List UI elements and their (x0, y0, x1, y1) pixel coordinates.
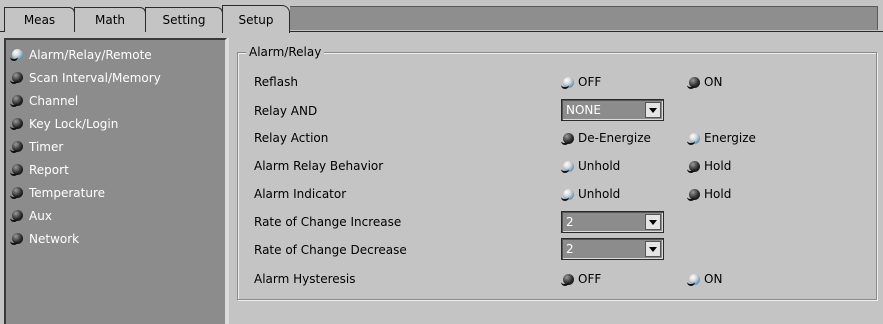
radio-icon (10, 72, 23, 84)
alarm-indicator-hold-radio[interactable]: Hold (687, 186, 732, 202)
alarm-hysteresis-label: Alarm Hysteresis (254, 272, 356, 286)
relay-and-select[interactable]: NONE (561, 99, 664, 121)
sidebar-item-label: Network (29, 231, 80, 246)
radio-label: OFF (578, 272, 602, 286)
alarm-relay-behavior-unhold-radio[interactable]: Unhold (561, 158, 621, 174)
radio-icon (561, 132, 574, 145)
sidebar-item-label: Timer (29, 139, 64, 154)
selected-radio-icon (561, 188, 574, 201)
radio-label: Unhold (578, 187, 621, 201)
radio-label: Unhold (578, 159, 621, 173)
alarm-hysteresis-off-radio[interactable]: OFF (561, 271, 602, 287)
radio-label: Hold (704, 159, 732, 173)
relay-action-label: Relay Action (254, 131, 329, 145)
radio-icon (687, 188, 700, 201)
alarm-relay-behavior-label: Alarm Relay Behavior (254, 159, 384, 173)
select-value: NONE (566, 103, 601, 117)
alarm-hysteresis-on-radio[interactable]: ON (687, 271, 723, 287)
selected-radio-icon (687, 132, 700, 145)
radio-icon (10, 233, 23, 245)
reflash-label: Reflash (254, 75, 298, 89)
tab-meas[interactable]: Meas (4, 7, 75, 32)
chevron-down-icon[interactable] (645, 241, 661, 257)
radio-icon (10, 141, 23, 153)
radio-icon (561, 273, 574, 286)
radio-icon (10, 210, 23, 222)
tab-strip-background (290, 6, 878, 30)
relay-action-energize-radio[interactable]: Energize (687, 130, 756, 146)
alarm-relay-behavior-hold-radio[interactable]: Hold (687, 158, 732, 174)
rate-of-change-increase-label: Rate of Change Increase (254, 215, 402, 229)
chevron-down-icon[interactable] (645, 102, 661, 118)
selected-radio-icon (561, 76, 574, 89)
reflash-on-radio[interactable]: ON (687, 74, 723, 90)
radio-icon (10, 164, 23, 176)
sidebar-item-temperature[interactable]: Temperature (6, 181, 225, 204)
tab-strip: Meas Math Setting Setup (0, 0, 883, 33)
sidebar: Alarm/Relay/Remote Scan Interval/Memory … (4, 38, 227, 324)
alarm-indicator-unhold-radio[interactable]: Unhold (561, 186, 621, 202)
rate-of-change-decrease-label: Rate of Change Decrease (254, 243, 407, 257)
radio-label: Energize (704, 131, 756, 145)
radio-icon (10, 118, 23, 130)
alarm-relay-groupbox (237, 52, 877, 300)
radio-icon (10, 95, 23, 107)
reflash-off-radio[interactable]: OFF (561, 74, 602, 90)
tab-setting[interactable]: Setting (145, 7, 223, 32)
tab-math[interactable]: Math (74, 7, 146, 32)
sidebar-item-label: Scan Interval/Memory (29, 70, 161, 85)
radio-icon (687, 160, 700, 173)
selected-radio-icon (687, 273, 700, 286)
sidebar-item-report[interactable]: Report (6, 158, 225, 181)
rate-of-change-decrease-select[interactable]: 2 (561, 238, 664, 260)
radio-label: ON (704, 272, 723, 286)
radio-label: ON (704, 75, 723, 89)
sidebar-item-label: Channel (29, 93, 79, 108)
tab-setup[interactable]: Setup (222, 5, 290, 33)
relay-and-label: Relay AND (254, 104, 318, 118)
sidebar-item-alarm-relay-remote[interactable]: Alarm/Relay/Remote (6, 43, 225, 66)
sidebar-item-label: Key Lock/Login (29, 116, 119, 131)
radio-label: OFF (578, 75, 602, 89)
panel-divider (227, 38, 229, 324)
sidebar-item-aux[interactable]: Aux (6, 204, 225, 227)
sidebar-item-timer[interactable]: Timer (6, 135, 225, 158)
radio-label: Hold (704, 187, 732, 201)
rate-of-change-increase-select[interactable]: 2 (561, 211, 664, 233)
sidebar-item-key-lock-login[interactable]: Key Lock/Login (6, 112, 225, 135)
sidebar-item-channel[interactable]: Channel (6, 89, 225, 112)
relay-action-de-energize-radio[interactable]: De-Energize (561, 130, 651, 146)
select-value: 2 (566, 242, 574, 256)
radio-icon (687, 76, 700, 89)
sidebar-item-scan-interval-memory[interactable]: Scan Interval/Memory (6, 66, 225, 89)
sidebar-item-label: Alarm/Relay/Remote (29, 47, 152, 62)
sidebar-item-label: Report (29, 162, 69, 177)
selected-radio-icon (561, 160, 574, 173)
chevron-down-icon[interactable] (645, 214, 661, 230)
sidebar-item-network[interactable]: Network (6, 227, 225, 250)
tab-baseline (290, 31, 883, 32)
radio-label: De-Energize (578, 131, 651, 145)
alarm-indicator-label: Alarm Indicator (254, 187, 347, 201)
select-value: 2 (566, 215, 574, 229)
radio-icon (10, 187, 23, 199)
sidebar-item-label: Aux (29, 208, 52, 223)
selected-radio-icon (10, 49, 23, 61)
groupbox-title: Alarm/Relay (246, 45, 325, 59)
sidebar-item-label: Temperature (29, 185, 106, 200)
